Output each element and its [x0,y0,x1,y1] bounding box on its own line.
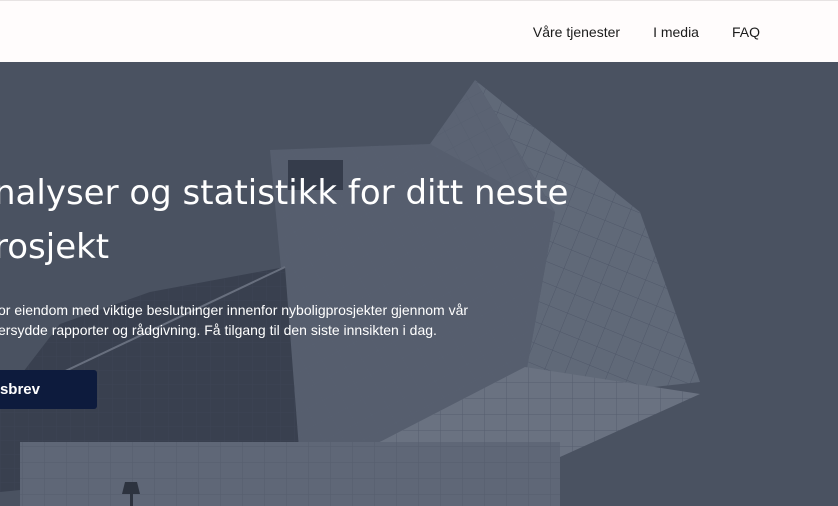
hero-description-line-1: or eiendom med viktige beslutninger inne… [0,302,469,318]
hero-title: nalyser og statistikk for ditt neste ros… [0,166,568,274]
hero-title-line-1: nalyser og statistikk for ditt neste [0,173,569,213]
building-icon [0,62,838,506]
nav-link-media[interactable]: I media [653,23,699,41]
nav-link-faq[interactable]: FAQ [732,23,760,41]
hero-description: or eiendom med viktige beslutninger inne… [0,300,468,340]
hero-title-line-2: rosjekt [0,227,110,267]
newsletter-button[interactable]: tsbrev [0,370,97,409]
hero-description-line-2: ersydde rapporter og rådgivning. Få tilg… [0,322,437,338]
hero-section: nalyser og statistikk for ditt neste ros… [0,62,838,506]
nav-link-services[interactable]: Våre tjenester [533,23,620,41]
top-navigation-bar: Våre tjenester I media FAQ [0,0,838,62]
main-nav: Våre tjenester I media FAQ [533,23,760,41]
